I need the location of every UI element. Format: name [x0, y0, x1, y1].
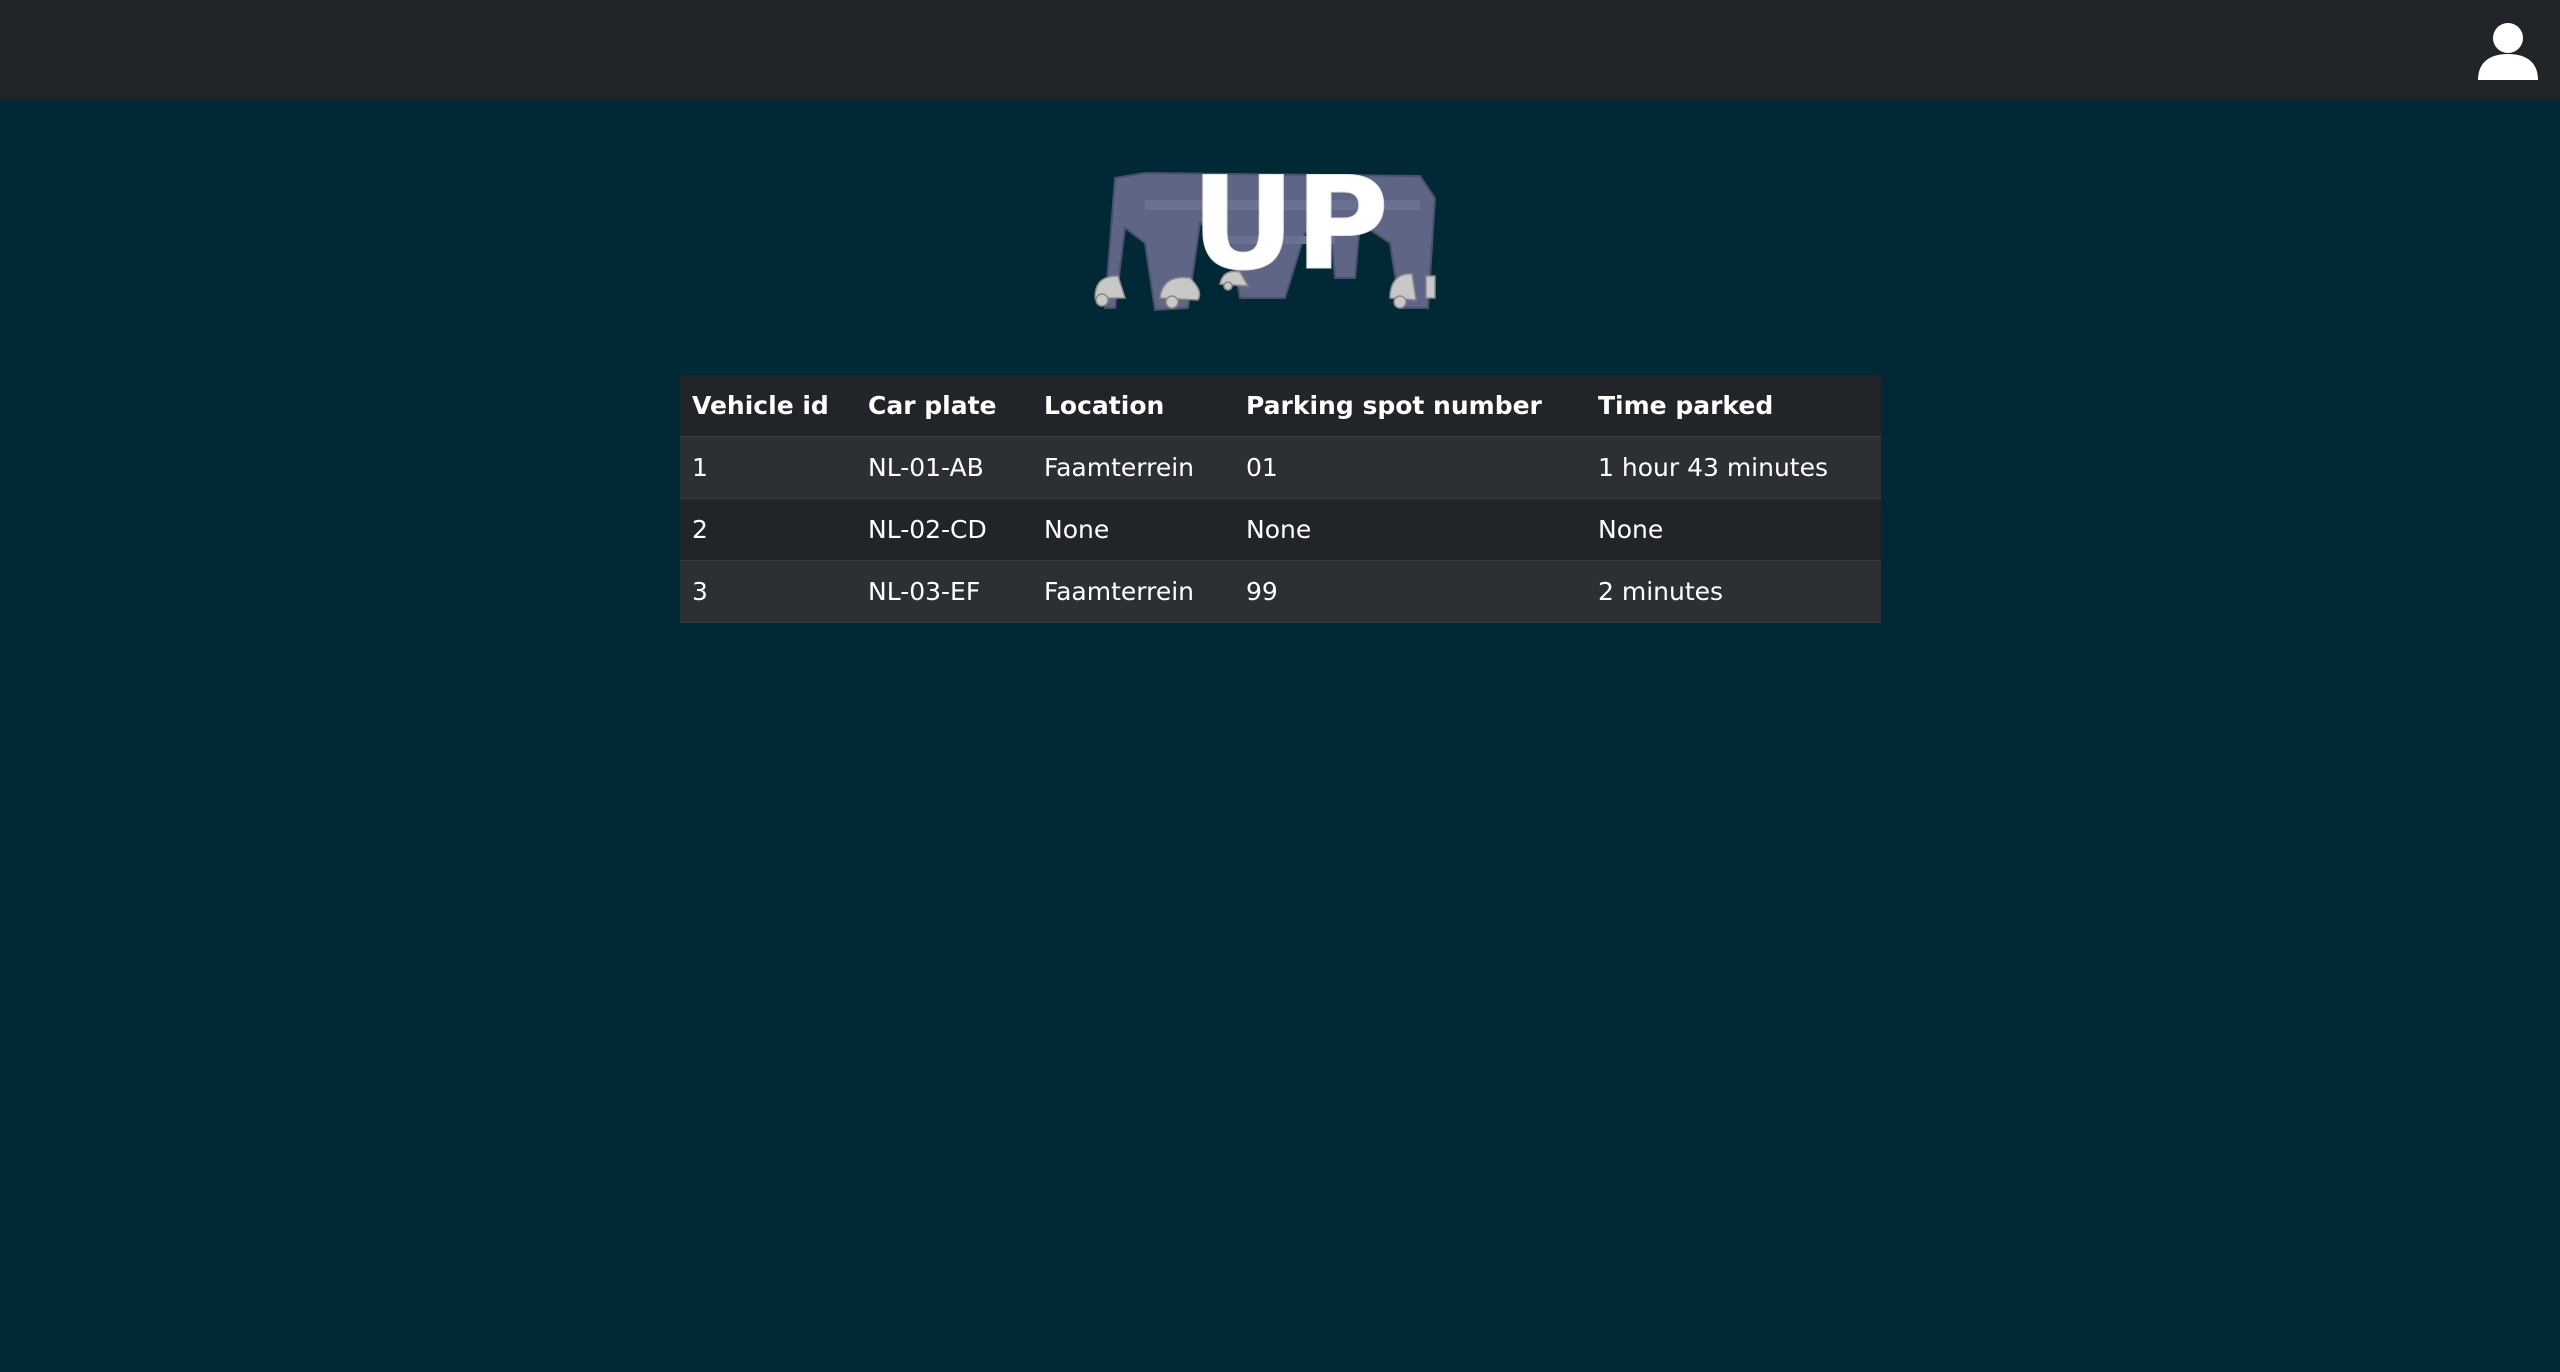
cell-time-parked: None [1586, 498, 1881, 561]
cell-parking-spot-number: None [1234, 498, 1586, 561]
parking-garage-logo-image: UP [1094, 150, 1437, 312]
logo-text: UP [1191, 150, 1389, 299]
cell-location: None [1032, 498, 1234, 561]
cell-parking-spot-number: 99 [1234, 560, 1586, 623]
cell-vehicle-id: 3 [680, 560, 856, 623]
cell-parking-spot-number: 01 [1234, 436, 1586, 499]
table-row: 2 NL-02-CD None None None [680, 498, 1881, 561]
header-car-plate: Car plate [856, 375, 1032, 437]
cell-vehicle-id: 1 [680, 436, 856, 499]
cell-car-plate: NL-03-EF [856, 560, 1032, 623]
user-icon [2478, 23, 2538, 80]
cell-time-parked: 2 minutes [1586, 560, 1881, 623]
up-logo: UP [1090, 148, 1470, 318]
cell-time-parked: 1 hour 43 minutes [1586, 436, 1881, 499]
header-parking-spot-number: Parking spot number [1234, 375, 1586, 437]
cell-location: Faamterrein [1032, 436, 1234, 499]
cell-car-plate: NL-02-CD [856, 498, 1032, 561]
table-row: 1 NL-01-AB Faamterrein 01 1 hour 43 minu… [680, 436, 1881, 499]
vehicles-table-container: Vehicle id Car plate Location Parking sp… [680, 375, 1881, 623]
top-navbar [0, 0, 2560, 99]
header-time-parked: Time parked [1586, 375, 1881, 437]
table-header-row: Vehicle id Car plate Location Parking sp… [680, 375, 1881, 437]
header-vehicle-id: Vehicle id [680, 375, 856, 437]
cell-car-plate: NL-01-AB [856, 436, 1032, 499]
table-row: 3 NL-03-EF Faamterrein 99 2 minutes [680, 560, 1881, 623]
header-location: Location [1032, 375, 1234, 437]
vehicles-table: Vehicle id Car plate Location Parking sp… [680, 375, 1881, 623]
user-account-button[interactable] [2476, 18, 2540, 82]
cell-vehicle-id: 2 [680, 498, 856, 561]
cell-location: Faamterrein [1032, 560, 1234, 623]
